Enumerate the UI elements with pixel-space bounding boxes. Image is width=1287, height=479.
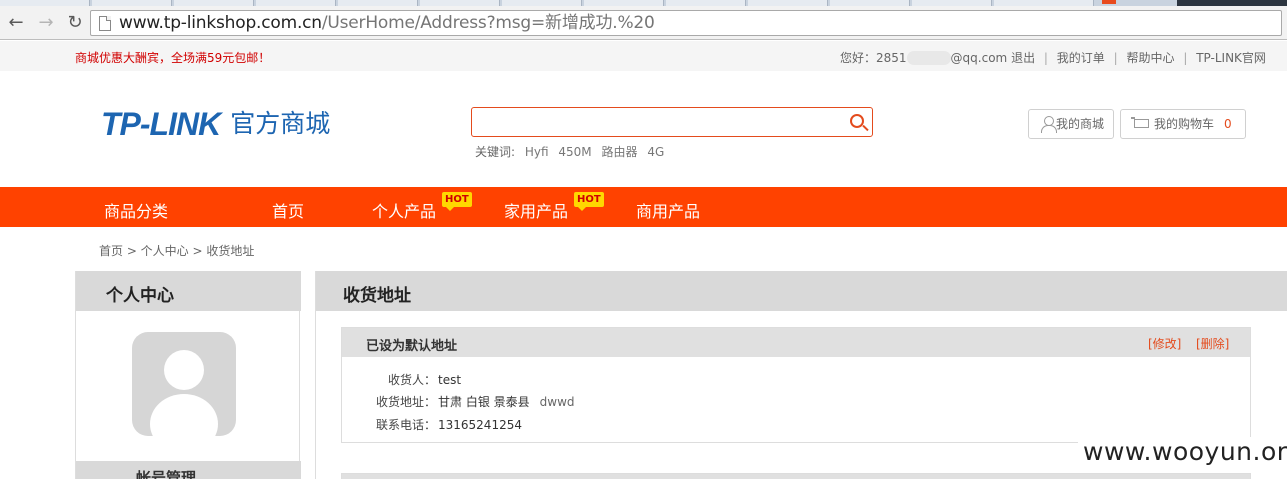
redacted-blur — [906, 51, 951, 65]
url-path: /UserHome/Address?msg=新增成功.%20 — [321, 13, 655, 33]
sidebar-title: 个人中心 — [106, 286, 174, 306]
sidebar-header: 个人中心 — [76, 271, 301, 311]
keyword-link[interactable]: 450M — [558, 145, 591, 159]
delete-address-link[interactable]: [删除] — [1196, 335, 1229, 352]
email-tail: @qq.com — [950, 51, 1008, 65]
default-address-label: 已设为默认地址 — [366, 339, 458, 354]
nav-item-home[interactable]: 首页 — [272, 198, 304, 222]
keyword-link[interactable]: 路由器 — [601, 145, 637, 159]
avatar-head — [164, 350, 204, 390]
arrow-right-icon: → — [38, 12, 54, 33]
url-host: www.tp-linkshop.com.cn — [119, 13, 322, 33]
top-info-bar: 商城优惠大酬宾，全场满59元包邮！ 您好：2851 @qq.com 退出 | 我的… — [0, 41, 1287, 71]
nav-label: 家用产品 — [504, 202, 569, 221]
active-tab-indicator — [1102, 0, 1116, 4]
address-card: 已设为默认地址 [修改] [删除] 收货人： test 收货地址： 甘肃 白银 景泰… — [341, 327, 1251, 443]
search-icon[interactable] — [850, 114, 864, 128]
keyword-link[interactable]: Hyfi — [525, 145, 549, 159]
nav-item-personal-products[interactable]: 个人产品 HOT — [372, 192, 472, 222]
sidebar-section-account[interactable]: 帐号管理 — [76, 461, 301, 479]
separator: | — [1043, 51, 1048, 65]
separator: | — [1183, 51, 1188, 65]
my-mall-button[interactable]: 我的商城 — [1028, 109, 1114, 139]
browser-toolbar: ← → ↻ www.tp-linkshop.com.cn/UserHome/Ad… — [0, 6, 1287, 40]
nav-label: 个人产品 — [372, 202, 437, 221]
my-mall-label: 我的商城 — [1056, 117, 1105, 131]
cart-text: 我的购物车 — [1154, 117, 1215, 131]
logout-link[interactable]: 退出 — [1011, 51, 1035, 65]
my-cart-button[interactable]: 我的购物车 0 — [1120, 109, 1246, 139]
hot-badge: HOT — [574, 192, 604, 211]
avatar-body — [150, 394, 218, 436]
reload-icon: ↻ — [67, 12, 83, 33]
cart-icon — [1131, 117, 1149, 131]
hot-badge: HOT — [442, 192, 472, 211]
logo-brand: TP-LINK — [101, 106, 221, 142]
my-orders-link[interactable]: 我的订单 — [1057, 51, 1105, 65]
address-row: 收货地址： 甘肃 白银 景泰县 dwwd — [342, 393, 575, 410]
recipient-row: 收货人： test — [342, 371, 461, 388]
sidebar-section-label: 帐号管理 — [136, 469, 197, 479]
phone-label: 联系电话： — [375, 418, 436, 432]
search-keywords: 关键词: Hyfi 450M 路由器 4G — [475, 143, 664, 160]
help-center-link[interactable]: 帮助中心 — [1127, 51, 1175, 65]
cart-count: 0 — [1224, 117, 1232, 131]
my-cart-label: 我的购物车 0 — [1154, 110, 1232, 138]
nav-item-home-products[interactable]: 家用产品 HOT — [504, 192, 604, 222]
logo-subtitle: 官方商城 — [230, 109, 331, 138]
address-region: 甘肃 白银 景泰县 — [438, 395, 530, 409]
greeting: 您好：2851 — [840, 51, 907, 65]
recipient-value: test — [438, 373, 462, 387]
address-label: 收货地址： — [375, 395, 436, 409]
watermark-text: www.wooyun.org — [1083, 437, 1287, 466]
keyword-link[interactable]: 4G — [647, 145, 664, 159]
page-icon — [99, 16, 111, 31]
site-logo[interactable]: TP-LINK 官方商城 — [101, 104, 331, 142]
nav-item-business-products[interactable]: 商用产品 — [636, 198, 700, 222]
user-links: 您好：2851 @qq.com 退出 | 我的订单 | 帮助中心 | TP-LIN… — [840, 49, 1266, 66]
forward-button[interactable]: → — [34, 11, 58, 35]
next-address-card — [341, 473, 1251, 479]
promo-text[interactable]: 商城优惠大酬宾，全场满59元包邮！ — [75, 49, 270, 66]
avatar[interactable] — [132, 332, 236, 436]
arrow-left-icon: ← — [8, 12, 24, 33]
url-text[interactable]: www.tp-linkshop.com.cn/UserHome/Address?… — [119, 13, 655, 33]
main-header: 收货地址 — [316, 271, 1287, 311]
sidebar: 个人中心 帐号管理 — [75, 271, 301, 479]
separator: | — [1113, 51, 1118, 65]
breadcrumb[interactable]: 首页 > 个人中心 > 收货地址 — [99, 242, 254, 259]
phone-value: 13165241254 — [438, 418, 522, 432]
address-detail: dwwd — [539, 395, 575, 409]
main-navbar: 商品分类 首页 个人产品 HOT 家用产品 HOT 商用产品 — [0, 187, 1287, 227]
search-input[interactable] — [471, 107, 873, 137]
page-title: 收货地址 — [343, 286, 411, 306]
keywords-label: 关键词: — [475, 145, 516, 159]
reload-button[interactable]: ↻ — [63, 11, 87, 35]
address-card-header: 已设为默认地址 [修改] [删除] — [342, 328, 1250, 357]
watermark: www.wooyun.org — [1078, 437, 1287, 467]
phone-row: 联系电话： 13165241254 — [342, 416, 522, 433]
edit-address-link[interactable]: [修改] — [1148, 335, 1181, 352]
user-icon — [1041, 116, 1057, 133]
tplink-official-link[interactable]: TP-LINK官网 — [1196, 51, 1266, 65]
back-button[interactable]: ← — [4, 11, 28, 35]
recipient-label: 收货人： — [387, 373, 436, 387]
nav-item-categories[interactable]: 商品分类 — [104, 198, 168, 222]
address-bar[interactable]: www.tp-linkshop.com.cn/UserHome/Address?… — [90, 10, 1282, 36]
